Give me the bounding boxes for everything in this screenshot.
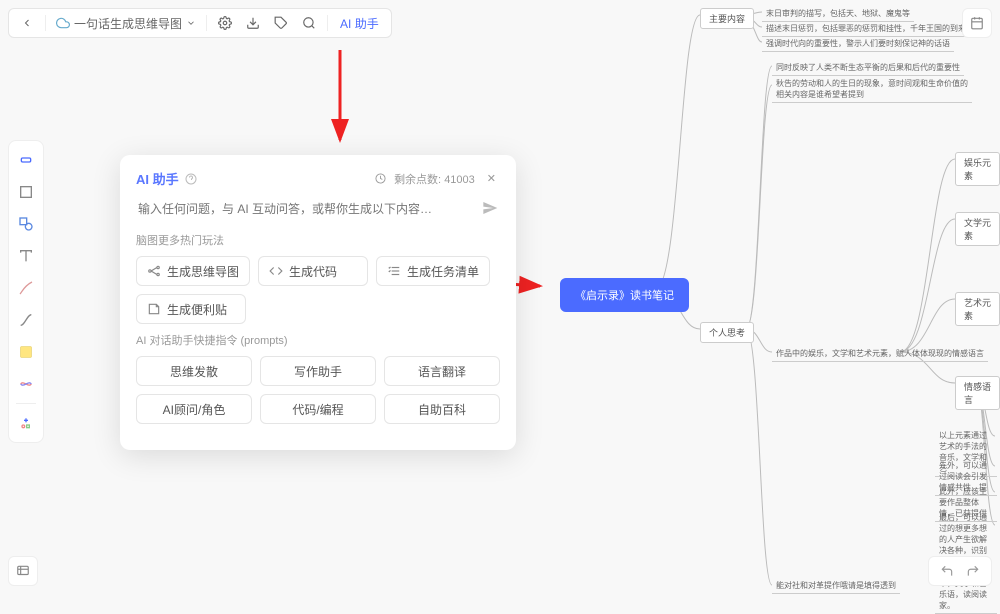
undo-button[interactable] <box>937 561 957 581</box>
send-button[interactable] <box>482 200 498 221</box>
cat-art[interactable]: 艺术元素 <box>955 292 1000 326</box>
tool-mindmap[interactable] <box>13 371 39 397</box>
prompt-consult[interactable]: AI顾问/角色 <box>136 394 252 424</box>
topbar: 一句话生成思维导图 AI 助手 <box>8 8 392 38</box>
ai-assistant-panel: AI 助手 剩余点数: 41003 ✕ 脑图更多热门玩法 生成思维导图 生成代码… <box>120 155 516 450</box>
tool-text[interactable] <box>13 243 39 269</box>
leaf-l1[interactable]: 作品中的娱乐，文学和艺术元素，赋人体体现现的情感语言 <box>772 346 988 362</box>
list-icon <box>387 264 401 278</box>
back-button[interactable] <box>15 11 39 35</box>
gen-code-button[interactable]: 生成代码 <box>258 256 368 286</box>
help-icon[interactable] <box>185 173 197 185</box>
layers-button[interactable] <box>8 556 38 586</box>
chevron-down-icon <box>186 18 196 28</box>
left-toolbox <box>8 140 44 443</box>
prompt-translate[interactable]: 语言翻译 <box>384 356 500 386</box>
gen-sticky-button[interactable]: 生成便利贴 <box>136 294 246 324</box>
ai-panel-title: AI 助手 <box>136 169 197 188</box>
history-controls <box>928 556 992 586</box>
gen-mindmap-button[interactable]: 生成思维导图 <box>136 256 250 286</box>
export-button[interactable] <box>241 11 265 35</box>
leaf-l6[interactable]: 能对社和对革提作哦请是填得透到 <box>772 578 900 594</box>
settings-button[interactable] <box>213 11 237 35</box>
tool-shape[interactable] <box>13 211 39 237</box>
leaf-p1[interactable]: 同时反映了人类不断生态平衡的后果和后代的重要性 <box>772 60 964 76</box>
prompt-diverge[interactable]: 思维发散 <box>136 356 252 386</box>
prompt-writing[interactable]: 写作助手 <box>260 356 376 386</box>
leaf-c1[interactable]: 末日审判的描写，包括天、地狱、魔鬼等 <box>762 6 914 22</box>
section-trending: 脑图更多热门玩法 <box>136 232 500 248</box>
calendar-button[interactable] <box>962 8 992 38</box>
cat-emotion[interactable]: 情感语言 <box>955 376 1000 410</box>
search-button[interactable] <box>297 11 321 35</box>
tool-connector[interactable] <box>13 307 39 333</box>
close-button[interactable]: ✕ <box>483 170 500 187</box>
sticky-icon <box>147 302 161 316</box>
branch-main-content[interactable]: 主要内容 <box>700 8 754 29</box>
tool-sticky[interactable] <box>13 339 39 365</box>
ai-assistant-tab[interactable]: AI 助手 <box>334 15 385 32</box>
branch-personal[interactable]: 个人思考 <box>700 322 754 343</box>
cat-literature[interactable]: 文学元素 <box>955 212 1000 246</box>
tool-frame[interactable] <box>13 179 39 205</box>
redo-button[interactable] <box>963 561 983 581</box>
ai-prompt-input[interactable] <box>136 196 500 222</box>
tool-select[interactable] <box>13 147 39 173</box>
mindmap-root[interactable]: 《启示录》读书笔记 <box>560 278 689 312</box>
tag-button[interactable] <box>269 11 293 35</box>
cloud-icon <box>56 16 70 30</box>
tool-more[interactable] <box>13 410 39 436</box>
leaf-c2[interactable]: 描述末日惩罚，包括罪恶的惩罚和挂性，千年王国的到来等 <box>762 21 978 37</box>
mindmap-icon <box>147 264 161 278</box>
clock-icon <box>375 173 386 184</box>
tool-pen[interactable] <box>13 275 39 301</box>
gen-tasklist-button[interactable]: 生成任务清单 <box>376 256 490 286</box>
cat-entertainment[interactable]: 娱乐元素 <box>955 152 1000 186</box>
leaf-p2[interactable]: 秋告的劳动和人的生日的现象，意时间观和生命价值的相关内容是谁希望者提到 <box>772 76 972 103</box>
section-prompts: AI 对话助手快捷指令 (prompts) <box>136 332 500 348</box>
prompt-code[interactable]: 代码/编程 <box>260 394 376 424</box>
doc-title[interactable]: 一句话生成思维导图 <box>52 15 200 32</box>
code-icon <box>269 264 283 278</box>
leaf-c3[interactable]: 强调时代向的重要性，警示人们要时刻保记神的话语 <box>762 36 954 52</box>
prompt-wiki[interactable]: 自助百科 <box>384 394 500 424</box>
